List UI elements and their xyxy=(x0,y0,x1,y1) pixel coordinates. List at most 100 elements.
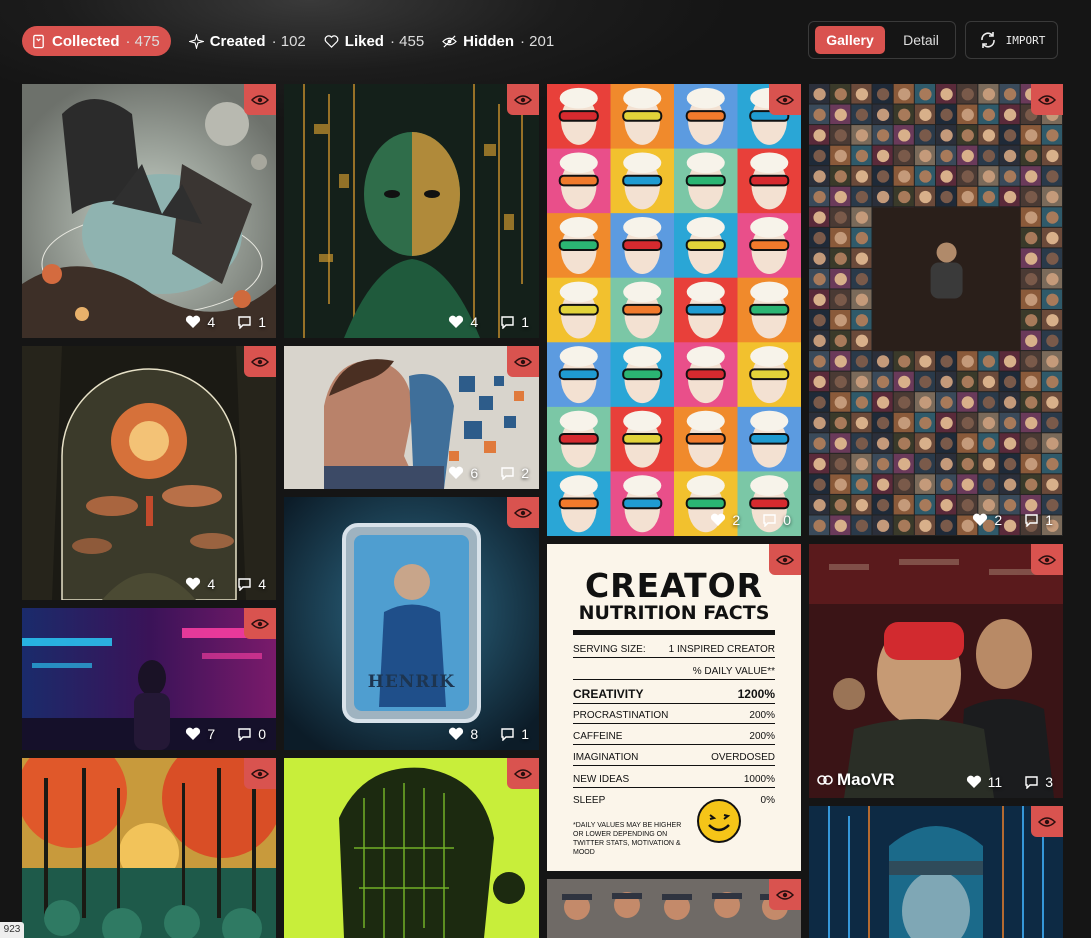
gallery-card[interactable]: 2 1 xyxy=(809,84,1063,536)
hide-button[interactable] xyxy=(769,544,801,575)
nutrition-row-label: NEW IDEAS xyxy=(573,774,630,785)
hide-button[interactable] xyxy=(1031,806,1063,837)
trading-card-artwork xyxy=(284,497,539,750)
eye-icon xyxy=(1038,94,1056,105)
filter-collected[interactable]: Collected · 475 xyxy=(22,26,171,56)
comment-icon xyxy=(763,514,776,527)
heart-icon xyxy=(324,34,339,48)
eye-icon xyxy=(251,768,269,779)
nutrition-footnote: *DAILY VALUES MAY BE HIGHER OR LOWER DEP… xyxy=(573,822,682,856)
hide-button[interactable] xyxy=(1031,544,1063,575)
filter-hidden[interactable]: Hidden · 201 xyxy=(442,26,554,56)
serving-row: SERVING SIZE: 1 INSPIRED CREATOR xyxy=(573,644,775,658)
heart-icon xyxy=(186,727,201,740)
nutrition-row: CAFFEINE 200% xyxy=(573,731,775,745)
like-count: 6 xyxy=(470,465,479,481)
comment-count: 1 xyxy=(521,314,529,330)
pop-art-grid-artwork xyxy=(547,84,801,536)
nutrition-row-value: 200% xyxy=(749,731,775,742)
like-count: 4 xyxy=(207,314,216,330)
nutrition-row-value: OVERDOSED xyxy=(711,752,775,763)
gallery-card[interactable] xyxy=(547,879,801,938)
comment-icon xyxy=(501,316,514,329)
group-portrait-artwork xyxy=(547,879,801,938)
filter-liked[interactable]: Liked · 455 xyxy=(324,26,424,56)
hide-button[interactable] xyxy=(507,758,539,789)
heart-icon xyxy=(186,315,201,328)
comment-icon xyxy=(501,728,514,741)
comment-icon xyxy=(501,467,514,480)
author-tag[interactable]: MaoVR xyxy=(817,770,895,790)
eye-icon xyxy=(776,554,794,565)
heart-icon xyxy=(186,577,201,590)
filter-liked-count: · 455 xyxy=(389,32,425,50)
hide-button[interactable] xyxy=(507,346,539,377)
gallery-card[interactable]: 4 1 xyxy=(22,84,276,338)
author-name: MaoVR xyxy=(837,770,895,789)
nutrition-row-label: PROCRASTINATION xyxy=(573,710,669,721)
hide-button[interactable] xyxy=(244,346,276,377)
mushroom-forest-artwork xyxy=(22,346,276,600)
bookmark-icon xyxy=(33,34,44,48)
eye-icon xyxy=(1038,816,1056,827)
heart-icon xyxy=(449,315,464,328)
like-count: 8 xyxy=(470,726,479,742)
eye-off-icon xyxy=(442,34,458,48)
filter-collected-count: · 475 xyxy=(125,32,160,50)
hide-button[interactable] xyxy=(507,84,539,115)
gallery-card[interactable]: 4 1 xyxy=(284,84,539,338)
card-stats: 4 1 xyxy=(448,314,529,330)
comment-count: 1 xyxy=(258,314,266,330)
import-button[interactable]: IMPORT xyxy=(965,21,1058,59)
hide-button[interactable] xyxy=(244,758,276,789)
filter-liked-label: Liked xyxy=(344,32,384,50)
hide-button[interactable] xyxy=(769,879,801,910)
gallery-card[interactable] xyxy=(809,806,1063,938)
daily-value-label: % DAILY VALUE** xyxy=(692,666,775,677)
nutrition-row: CREATIVITY 1200% xyxy=(573,687,775,704)
gallery-card[interactable]: 7 0 xyxy=(22,608,276,750)
green-circuit-face-artwork xyxy=(284,758,539,938)
import-label: IMPORT xyxy=(1005,33,1046,47)
gallery-card[interactable]: 2 0 xyxy=(547,84,801,536)
serving-label: SERVING SIZE: xyxy=(573,644,646,655)
eye-icon xyxy=(514,768,532,779)
circuit-face-artwork xyxy=(284,84,539,338)
eye-icon xyxy=(1038,554,1056,565)
gallery-card[interactable] xyxy=(22,758,276,938)
view-gallery-button[interactable]: Gallery xyxy=(815,26,885,54)
card-stats: 6 2 xyxy=(448,465,529,481)
gallery-card[interactable]: MaoVR 11 3 xyxy=(809,544,1063,798)
nutrition-row: SLEEP 0% xyxy=(573,795,775,808)
filter-created-label: Created xyxy=(209,32,266,50)
eye-icon xyxy=(251,356,269,367)
filter-hidden-label: Hidden xyxy=(463,32,515,50)
gallery-card[interactable]: 6 2 xyxy=(284,346,539,489)
hide-button[interactable] xyxy=(1031,84,1063,115)
hide-button[interactable] xyxy=(507,497,539,528)
filter-collected-label: Collected xyxy=(52,32,120,50)
filter-created[interactable]: Created · 102 xyxy=(188,26,306,56)
card-stats: 2 1 xyxy=(972,512,1053,528)
side-counter: 923 xyxy=(0,922,24,938)
card-stats: 4 4 xyxy=(185,576,266,592)
gallery-card[interactable]: HENRIK 8 1 xyxy=(284,497,539,750)
comment-count: 4 xyxy=(258,576,266,592)
comment-icon xyxy=(1025,514,1038,527)
hide-button[interactable] xyxy=(769,84,801,115)
gallery-card[interactable]: CREATOR NUTRITION FACTS SERVING SIZE: 1 … xyxy=(547,544,801,871)
heart-icon xyxy=(711,513,726,526)
view-detail-button[interactable]: Detail xyxy=(891,26,951,54)
portrait-mosaic-artwork xyxy=(809,84,1062,535)
nutrition-row-label: IMAGINATION xyxy=(573,752,639,763)
nutrition-title: CREATOR xyxy=(584,566,764,605)
hide-button[interactable] xyxy=(244,84,276,115)
comment-count: 0 xyxy=(783,512,791,528)
comment-count: 1 xyxy=(521,726,529,742)
sparkle-icon xyxy=(188,33,204,49)
filter-hidden-count: · 201 xyxy=(520,32,555,50)
card-stats: 2 0 xyxy=(710,512,791,528)
gallery-card[interactable] xyxy=(284,758,539,938)
hide-button[interactable] xyxy=(244,608,276,639)
gallery-card[interactable]: 4 4 xyxy=(22,346,276,600)
